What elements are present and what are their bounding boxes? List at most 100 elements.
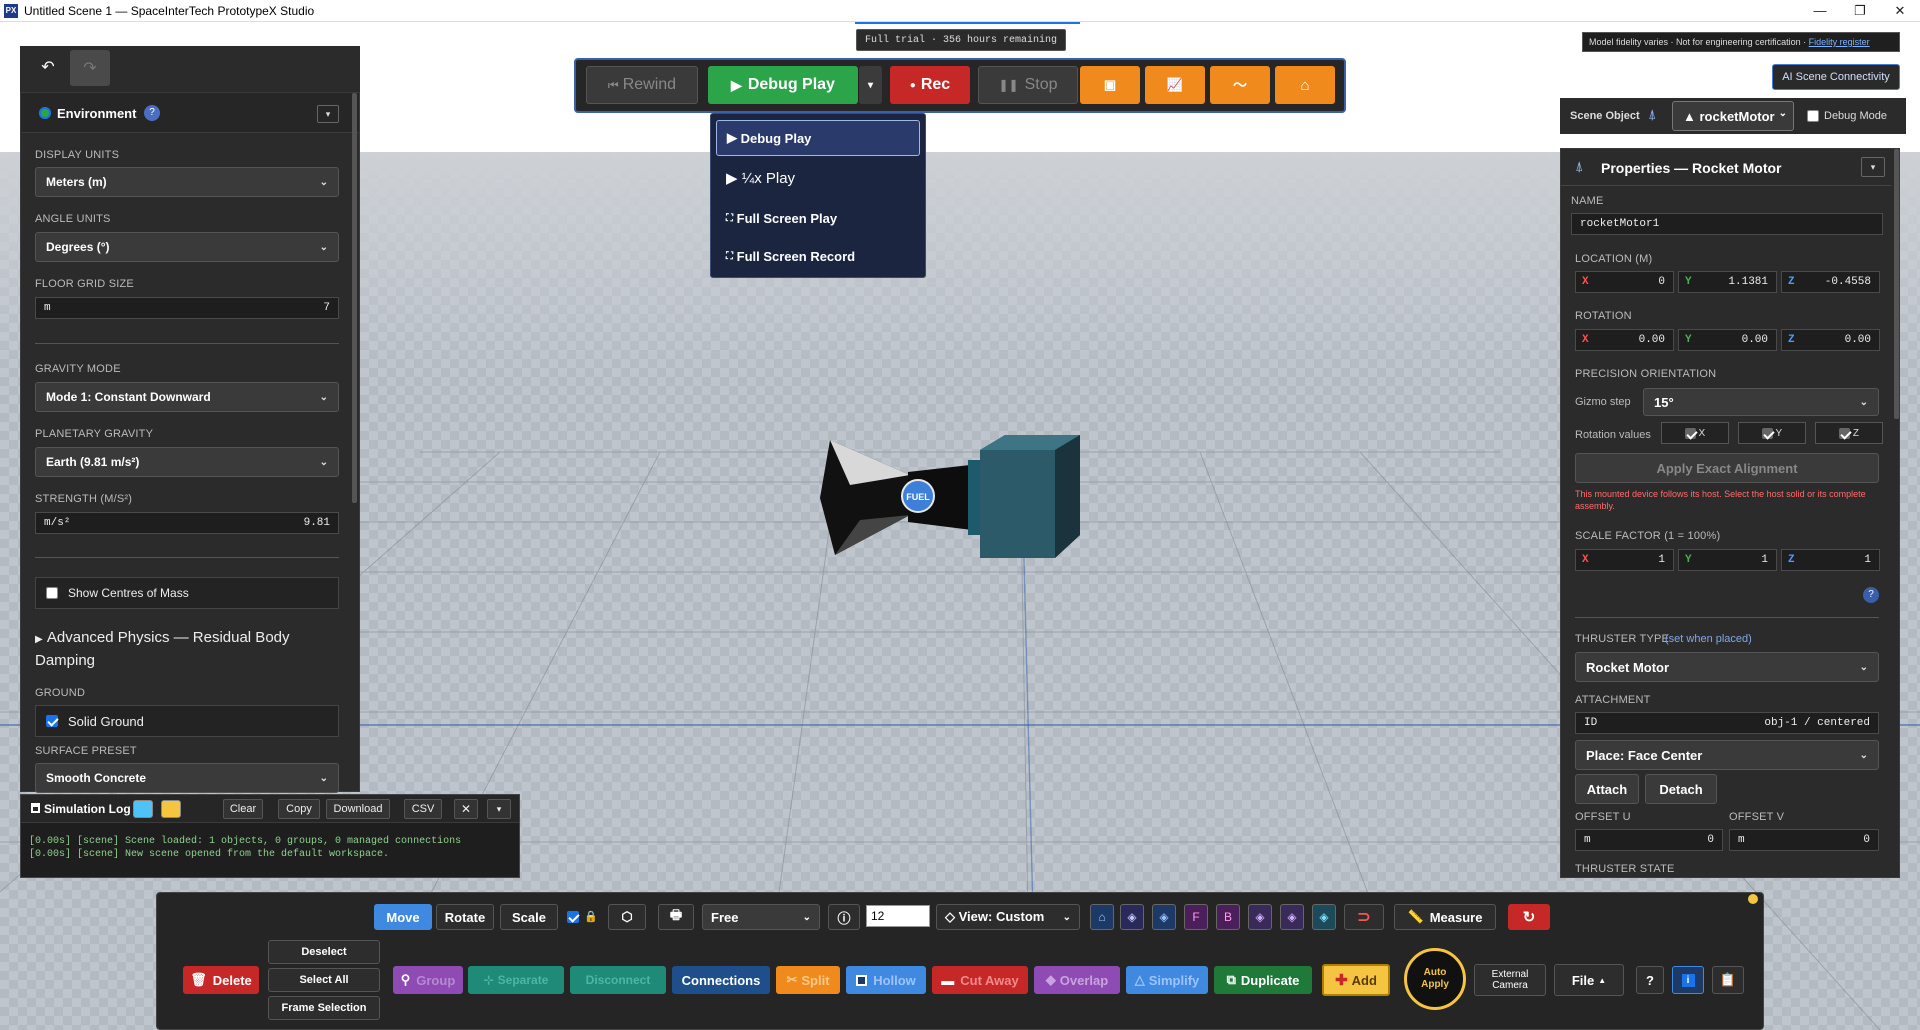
split-button[interactable]: ✂ Split	[776, 966, 840, 994]
view-front-button[interactable]: F	[1184, 904, 1208, 930]
properties-scrollbar[interactable]	[1894, 149, 1899, 419]
scene-object-select[interactable]: ▲ rocketMotor ⌄	[1672, 101, 1794, 131]
apply-exact-alignment-button[interactable]: Apply Exact Alignment	[1575, 453, 1879, 483]
gizmo-step-select[interactable]: 15° ⌄	[1643, 388, 1879, 416]
attach-button[interactable]: Attach	[1575, 774, 1639, 804]
rewind-button[interactable]: ⏮ Rewind	[586, 66, 698, 104]
scale-mode-button[interactable]: Scale	[500, 904, 558, 930]
rocket-motor-model[interactable]: FUEL	[820, 430, 1080, 565]
view-home-button[interactable]: ⌂	[1090, 904, 1114, 930]
group-button[interactable]: ⚲ Group	[393, 966, 463, 994]
location-x-input[interactable]: X0	[1575, 271, 1674, 293]
rec-button[interactable]: ● Rec	[890, 66, 970, 104]
detach-button[interactable]: Detach	[1645, 774, 1717, 804]
close-icon[interactable]: ✕	[1880, 0, 1920, 22]
scale-z-input[interactable]: Z1	[1781, 549, 1880, 571]
overlap-button[interactable]: ◆ Overlap	[1034, 966, 1120, 994]
telemetry-button[interactable]: 〜	[1210, 66, 1270, 104]
info-panel-button[interactable]: i	[1672, 966, 1704, 994]
measure-button[interactable]: 📏 Measure	[1394, 904, 1496, 930]
display-units-select[interactable]: Meters (m) ⌄	[35, 167, 339, 197]
floor-grid-input[interactable]: m7	[35, 297, 339, 319]
help-button[interactable]: ?	[1636, 966, 1664, 994]
rotation-x-input[interactable]: X 0.00	[1575, 329, 1674, 351]
gravity-mode-select[interactable]: Mode 1: Constant Downward ⌄	[35, 382, 339, 412]
rotation-y-input[interactable]: Y 0.00	[1678, 329, 1777, 351]
warning-filter-toggle[interactable]	[161, 800, 181, 818]
rv-x-checkbox[interactable]	[1684, 427, 1696, 439]
rotation-values-x-toggle[interactable]: X	[1661, 422, 1729, 444]
view-select[interactable]: ◇ View: Custom ⌄	[936, 904, 1080, 930]
thruster-type-select[interactable]: Rocket Motor ⌄	[1575, 652, 1879, 682]
rotate-mode-button[interactable]: Rotate	[436, 904, 494, 930]
debug-play-button[interactable]: ▶ Debug Play	[708, 66, 858, 104]
view-iso-button[interactable]: ◈	[1152, 904, 1176, 930]
reset-button[interactable]: ↻	[1508, 904, 1550, 930]
advanced-physics-expander[interactable]: ▶ Advanced Physics — Residual Body Dampi…	[35, 627, 335, 671]
external-camera-button[interactable]: External Camera	[1474, 964, 1546, 996]
print-button[interactable]: 🖶	[658, 904, 694, 930]
frame-selection-button[interactable]: Frame Selection	[268, 996, 380, 1020]
rotation-values-z-toggle[interactable]: Z	[1815, 422, 1883, 444]
deselect-button[interactable]: Deselect	[268, 940, 380, 964]
log-clear-button[interactable]: Clear	[223, 799, 263, 819]
menu-item-debug-play[interactable]: ▶ Debug Play	[716, 120, 920, 156]
menu-item-quarter-play[interactable]: ▶ ¼x Play	[716, 162, 920, 194]
log-menu-button[interactable]: ▾	[487, 799, 511, 819]
separate-button[interactable]: ⊹ Separate	[468, 966, 564, 994]
solid-ground-toggle[interactable]: Solid Ground	[35, 705, 339, 737]
clipboard-button[interactable]: 📋	[1712, 966, 1744, 994]
disconnect-button[interactable]: Disconnect	[570, 966, 666, 994]
move-mode-button[interactable]: Move	[374, 904, 432, 930]
screenshot-button[interactable]: ▣	[1080, 66, 1140, 104]
ai-scene-connectivity-button[interactable]: AI Scene Connectivity	[1772, 64, 1900, 90]
transform-mode-select[interactable]: Free ⌄	[702, 904, 820, 930]
collapse-chevron-icon[interactable]: ▾	[317, 105, 339, 123]
log-close-button[interactable]: ✕	[454, 799, 478, 819]
debug-mode-checkbox[interactable]	[1807, 110, 1819, 122]
snap-checkbox[interactable]	[567, 911, 579, 923]
name-input[interactable]: rocketMotor1	[1571, 213, 1883, 235]
panel-scrollbar[interactable]	[352, 93, 357, 503]
help-icon[interactable]: ?	[1863, 587, 1879, 603]
redo-button[interactable]: ↷	[70, 50, 110, 86]
maximize-icon[interactable]: ❐	[1840, 0, 1880, 22]
help-icon[interactable]: ?	[144, 105, 160, 121]
offset-u-input[interactable]: m0	[1575, 829, 1723, 851]
planetary-gravity-select[interactable]: Earth (9.81 m/s²) ⌄	[35, 447, 339, 477]
menu-item-full-screen-play[interactable]: ⛶ Full Screen Play	[716, 202, 920, 234]
connections-button[interactable]: Connections	[672, 966, 770, 994]
fidelity-register-link[interactable]: Fidelity register	[1809, 37, 1870, 47]
rotation-z-input[interactable]: Z 0.00	[1781, 329, 1880, 351]
rv-y-checkbox[interactable]	[1761, 427, 1773, 439]
rv-z-checkbox[interactable]	[1839, 427, 1851, 439]
cut-away-button[interactable]: ▬ Cut Away	[932, 966, 1028, 994]
step-input[interactable]: 12	[866, 905, 930, 927]
play-options-dropdown[interactable]: ▾	[858, 66, 882, 104]
scale-y-input[interactable]: Y1	[1678, 549, 1777, 571]
show-centres-of-mass-toggle[interactable]: Show Centres of Mass	[35, 577, 339, 609]
info-button[interactable]: ⓘ	[828, 904, 860, 930]
offset-v-input[interactable]: m0	[1729, 829, 1879, 851]
place-select[interactable]: Place: Face Center ⌄	[1575, 740, 1879, 770]
location-z-input[interactable]: Z -0.4558	[1781, 271, 1880, 293]
minimize-icon[interactable]: —	[1800, 0, 1840, 22]
rotation-values-y-toggle[interactable]: Y	[1738, 422, 1806, 444]
view-left-button[interactable]: ◈	[1248, 904, 1272, 930]
log-copy-button[interactable]: Copy	[278, 799, 320, 819]
view-top-button[interactable]: ◈	[1120, 904, 1144, 930]
surface-preset-select[interactable]: Smooth Concrete ⌄	[35, 763, 339, 793]
select-all-button[interactable]: Select All	[268, 968, 380, 992]
menu-item-full-screen-record[interactable]: ⛶ Full Screen Record	[716, 240, 920, 272]
delete-button[interactable]: 🗑 Delete	[183, 966, 259, 994]
view-back-button[interactable]: B	[1216, 904, 1240, 930]
stop-button[interactable]: ❚❚ Stop	[978, 66, 1078, 104]
home-button[interactable]: ⌂	[1275, 66, 1335, 104]
local-space-button[interactable]: ⬡	[608, 904, 646, 930]
simplify-button[interactable]: △ Simplify	[1126, 966, 1208, 994]
hollow-button[interactable]: Hollow	[846, 966, 926, 994]
auto-apply-button[interactable]: Auto Apply	[1404, 948, 1466, 1010]
location-y-input[interactable]: Y 1.1381	[1678, 271, 1777, 293]
solid-ground-checkbox[interactable]	[46, 715, 58, 727]
scale-x-input[interactable]: X1	[1575, 549, 1674, 571]
